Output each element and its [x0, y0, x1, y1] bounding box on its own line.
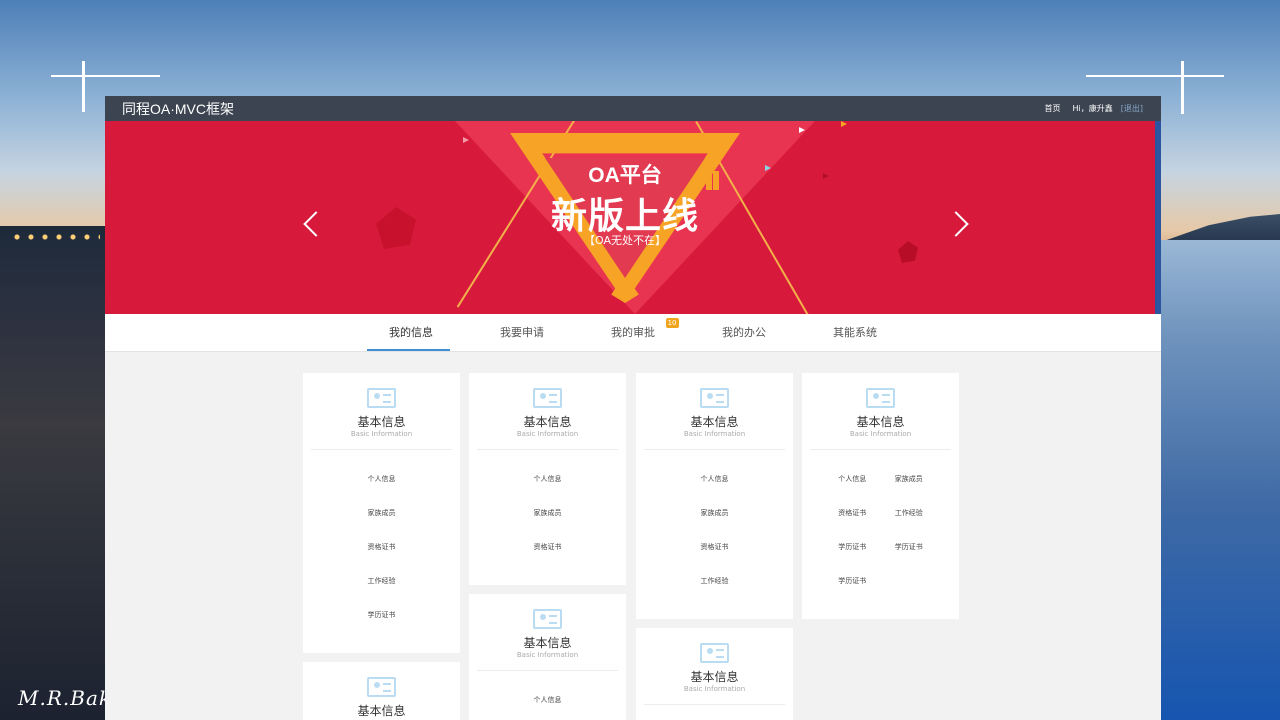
banner-tagline: 【OA无处不在】 — [584, 234, 666, 247]
card-divider — [644, 704, 785, 705]
banner-carousel: OA平台 新版上线 【OA无处不在】 — [105, 121, 1161, 314]
banner-gem — [898, 241, 918, 263]
logout-link[interactable]: [退出] — [1121, 103, 1143, 114]
user-greeting: Hi，康升鑫 — [1072, 104, 1113, 113]
card-link[interactable]: 家族成员 — [469, 496, 626, 530]
card-subtitle: Basic Information — [516, 430, 579, 438]
banner-confetti — [841, 121, 847, 127]
tab-other-systems[interactable]: 其能系统 — [800, 314, 911, 351]
card-link[interactable]: 资格证书 — [636, 530, 793, 564]
tab-label: 其能系统 — [833, 326, 877, 339]
corner-cross-left-horizontal — [51, 75, 160, 77]
tab-label: 我的信息 — [389, 326, 433, 339]
card-link[interactable]: 工作经验 — [881, 496, 938, 530]
card-link[interactable]: 学历证书 — [303, 598, 460, 632]
background-city-lights — [10, 234, 100, 240]
background-hill — [1161, 214, 1280, 242]
carousel-next-arrow-icon[interactable] — [943, 211, 969, 237]
card-title: 基本信息 — [856, 415, 905, 429]
info-card: 基本信息 Basic Information 个人信息 家族成员 资格证书 — [469, 373, 626, 585]
oa-app-window: 同程OA·MVC框架 首页 Hi，康升鑫 [退出] OA平台 新版上线 【OA无… — [105, 96, 1161, 720]
card-subtitle: Basic Information — [683, 430, 746, 438]
top-bar: 同程OA·MVC框架 首页 Hi，康升鑫 [退出] — [105, 96, 1161, 121]
info-card-grid: 基本信息 Basic Information 个人信息 家族成员 资格证书 工作… — [303, 373, 963, 720]
card-link[interactable]: 个人信息 — [469, 683, 626, 717]
card-subtitle: Basic Information — [849, 430, 912, 438]
card-link[interactable]: 学历证书 — [824, 530, 881, 564]
id-card-icon — [700, 388, 729, 408]
id-card-icon — [700, 643, 729, 663]
info-card: 基本信息 Basic Information 个人信息 — [469, 594, 626, 720]
banner-confetti — [823, 173, 829, 179]
card-subtitle: Basic Information — [683, 685, 746, 693]
tab-my-office[interactable]: 我的办公 — [689, 314, 800, 351]
card-subtitle: Basic Information — [350, 430, 413, 438]
card-link[interactable]: 个人信息 — [303, 462, 460, 496]
tab-label: 我的审批 — [611, 326, 655, 339]
card-title: 基本信息 — [523, 415, 572, 429]
id-card-icon — [367, 677, 396, 697]
card-title: 基本信息 — [357, 704, 406, 718]
card-link-list: 个人信息 家族成员 资格证书 — [469, 450, 626, 564]
info-card: 基本信息 Basic Information 个人信息 家族成员 资格证书 工作… — [303, 373, 460, 653]
id-card-icon — [533, 388, 562, 408]
banner-edge — [1155, 121, 1161, 314]
id-card-icon — [367, 388, 396, 408]
card-subtitle: Basic Information — [516, 651, 579, 659]
corner-cross-left-vertical — [82, 61, 85, 112]
tab-apply[interactable]: 我要申请 — [467, 314, 578, 351]
tab-label: 我要申请 — [500, 326, 544, 339]
info-card: 基本信息 Basic Information 个人信息 家族成员 资格证书 工作… — [802, 373, 959, 619]
approval-count-badge: 10 — [665, 318, 679, 328]
card-link[interactable]: 家族成员 — [636, 496, 793, 530]
card-link-list: 个人信息 家族成员 资格证书 工作经验 — [636, 450, 793, 598]
card-link[interactable]: 学历证书 — [824, 564, 881, 598]
tab-label: 我的办公 — [722, 326, 766, 339]
carousel-prev-arrow-icon[interactable] — [303, 211, 329, 237]
background-shoreline — [0, 226, 105, 720]
card-title: 基本信息 — [523, 636, 572, 650]
background-water — [1161, 240, 1280, 720]
tab-my-info[interactable]: 我的信息 — [356, 314, 467, 351]
tab-approval[interactable]: 我的审批 10 — [578, 314, 689, 351]
card-link-list: 个人信息 家族成员 资格证书 工作经验 学历证书 — [303, 450, 460, 632]
card-link[interactable]: 家族成员 — [881, 462, 938, 496]
card-link[interactable]: 个人信息 — [824, 462, 881, 496]
info-card: 基本信息 — [303, 662, 460, 720]
card-link[interactable]: 家族成员 — [303, 496, 460, 530]
card-link[interactable]: 个人信息 — [636, 462, 793, 496]
top-bar-user-area: 首页 Hi，康升鑫 [退出] — [1045, 103, 1144, 114]
card-link[interactable]: 工作经验 — [636, 564, 793, 598]
card-link[interactable]: 工作经验 — [303, 564, 460, 598]
card-link[interactable]: 个人信息 — [469, 462, 626, 496]
banner-confetti — [463, 137, 469, 143]
info-card: 基本信息 Basic Information 个人信息 家族成员 资格证书 工作… — [636, 373, 793, 619]
id-card-icon — [533, 609, 562, 629]
card-link[interactable]: 学历证书 — [881, 530, 938, 564]
card-link-list: 个人信息 家族成员 资格证书 工作经验 学历证书 学历证书 学历证书 — [802, 450, 959, 598]
card-title: 基本信息 — [690, 415, 739, 429]
card-link-list: 个人信息 — [469, 671, 626, 717]
id-card-icon — [866, 388, 895, 408]
signature: M.R.Bak — [18, 686, 112, 710]
app-title: 同程OA·MVC框架 — [122, 100, 234, 117]
info-card: 基本信息 Basic Information — [636, 628, 793, 720]
card-title: 基本信息 — [690, 670, 739, 684]
card-link[interactable]: 资格证书 — [303, 530, 460, 564]
corner-cross-right-horizontal — [1086, 75, 1224, 77]
banner-headline-small: OA平台 — [588, 164, 662, 187]
home-link[interactable]: 首页 — [1045, 103, 1061, 114]
corner-cross-right-vertical — [1181, 61, 1184, 114]
banner-gem — [376, 207, 416, 249]
card-title: 基本信息 — [357, 415, 406, 429]
card-link[interactable]: 资格证书 — [469, 530, 626, 564]
card-link[interactable]: 资格证书 — [824, 496, 881, 530]
main-tabs: 我的信息 我要申请 我的审批 10 我的办公 其能系统 — [105, 314, 1161, 352]
